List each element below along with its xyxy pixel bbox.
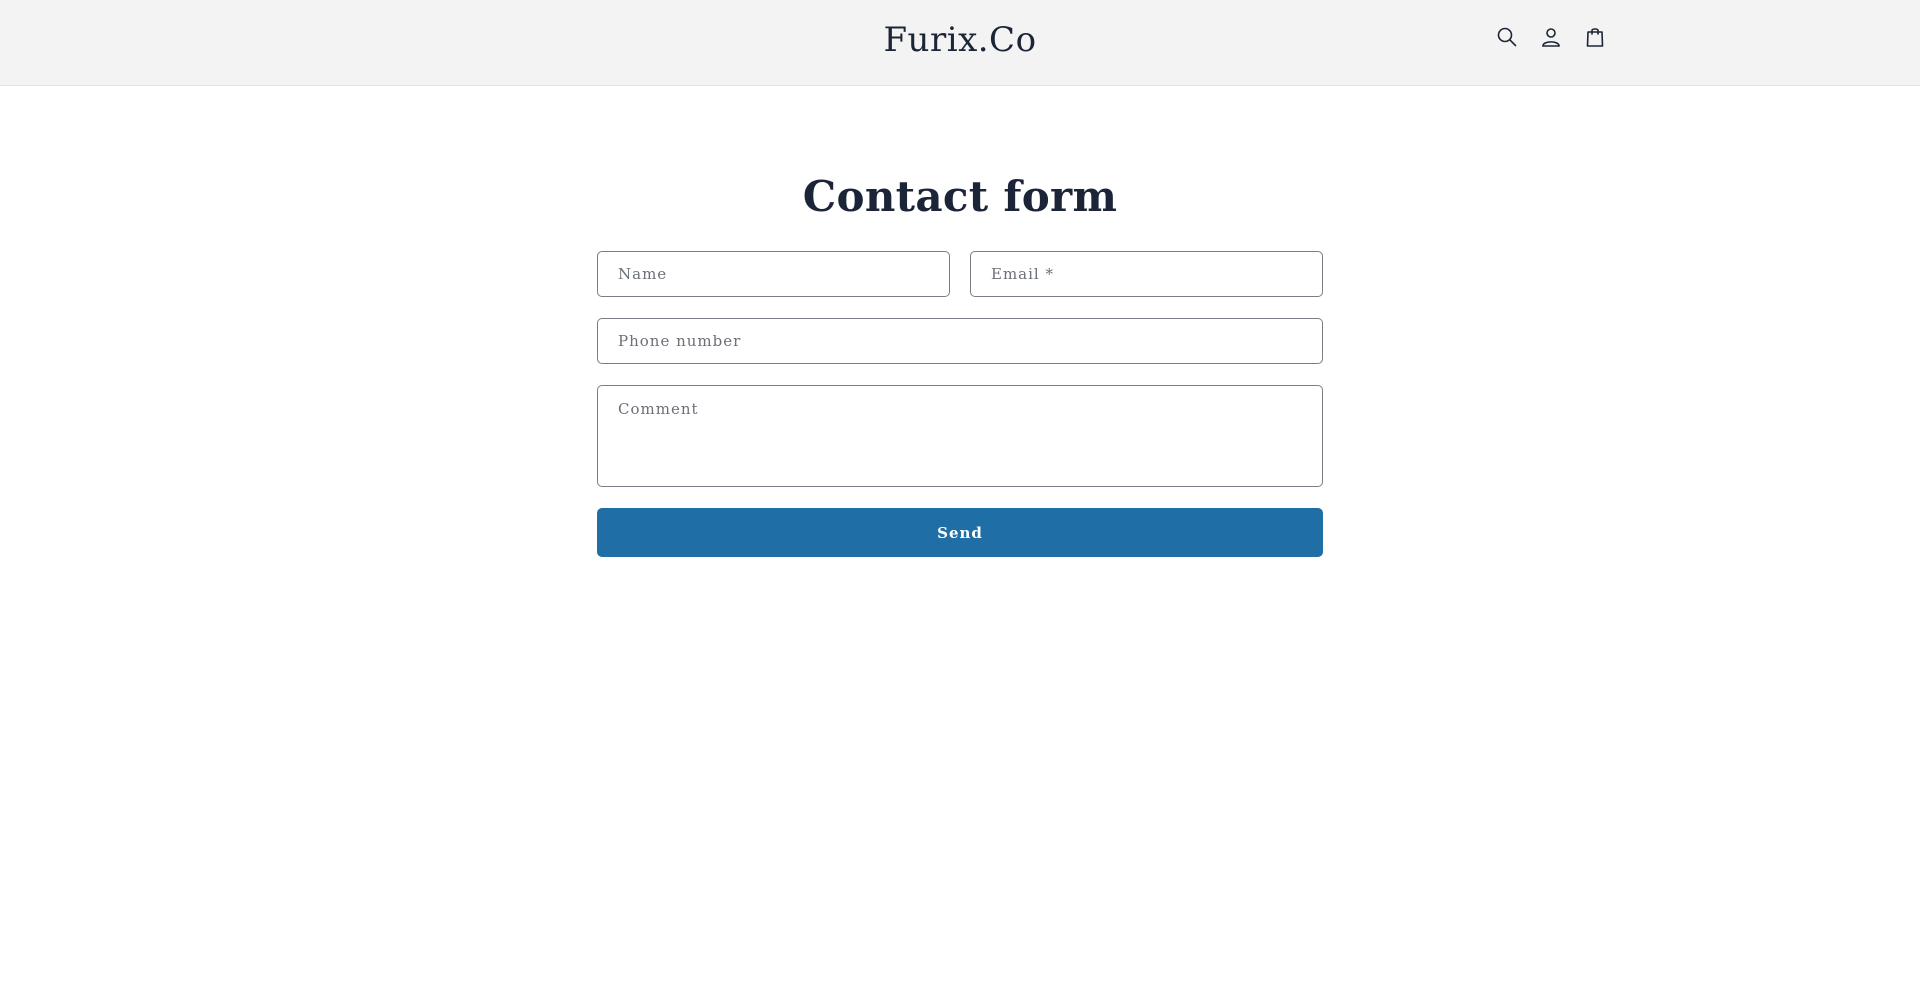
comment-row <box>597 385 1323 487</box>
cart-icon[interactable] <box>1583 25 1607 49</box>
comment-textarea[interactable] <box>597 385 1323 487</box>
account-icon[interactable] <box>1539 25 1563 49</box>
phone-input[interactable] <box>597 318 1323 364</box>
page-title: Contact form <box>802 172 1118 221</box>
brand-logo[interactable]: Furix.Co <box>883 20 1036 60</box>
name-email-row <box>597 251 1323 297</box>
contact-form: Send <box>597 251 1323 557</box>
name-input[interactable] <box>597 251 950 297</box>
site-header: Furix.Co <box>0 0 1920 86</box>
phone-row <box>597 318 1323 364</box>
email-input[interactable] <box>970 251 1323 297</box>
header-icons <box>1495 25 1607 49</box>
main-content: Contact form Send <box>0 86 1920 993</box>
send-button[interactable]: Send <box>597 508 1323 557</box>
search-icon[interactable] <box>1495 25 1519 49</box>
